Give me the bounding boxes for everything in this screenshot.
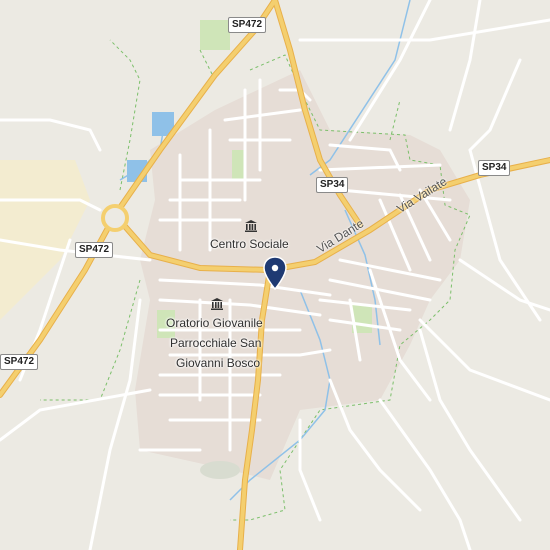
poi-label-oratorio-line1[interactable]: Oratorio Giovanile xyxy=(166,316,263,330)
road-shield-sp34: SP34 xyxy=(478,160,511,176)
museum-icon[interactable] xyxy=(244,219,258,233)
map-pin-icon[interactable] xyxy=(262,256,288,290)
park xyxy=(200,20,230,50)
poi-label-centro-sociale[interactable]: Centro Sociale xyxy=(210,237,289,251)
park xyxy=(232,150,244,180)
museum-icon[interactable] xyxy=(210,297,224,311)
road-shield-sp472: SP472 xyxy=(75,242,114,258)
poi-label-oratorio-line3[interactable]: Giovanni Bosco xyxy=(176,356,260,370)
industrial-area xyxy=(0,160,90,320)
park xyxy=(200,461,240,479)
road-shield-sp34: SP34 xyxy=(316,177,349,193)
roundabout xyxy=(101,204,129,232)
road-shield-sp472: SP472 xyxy=(0,354,39,370)
poi-label-oratorio-line2[interactable]: Parrocchiale San xyxy=(170,336,261,350)
road-shield-sp472: SP472 xyxy=(228,17,267,33)
map-canvas[interactable]: SP472 SP472 SP472 SP34 SP34 Via Dante Vi… xyxy=(0,0,550,550)
